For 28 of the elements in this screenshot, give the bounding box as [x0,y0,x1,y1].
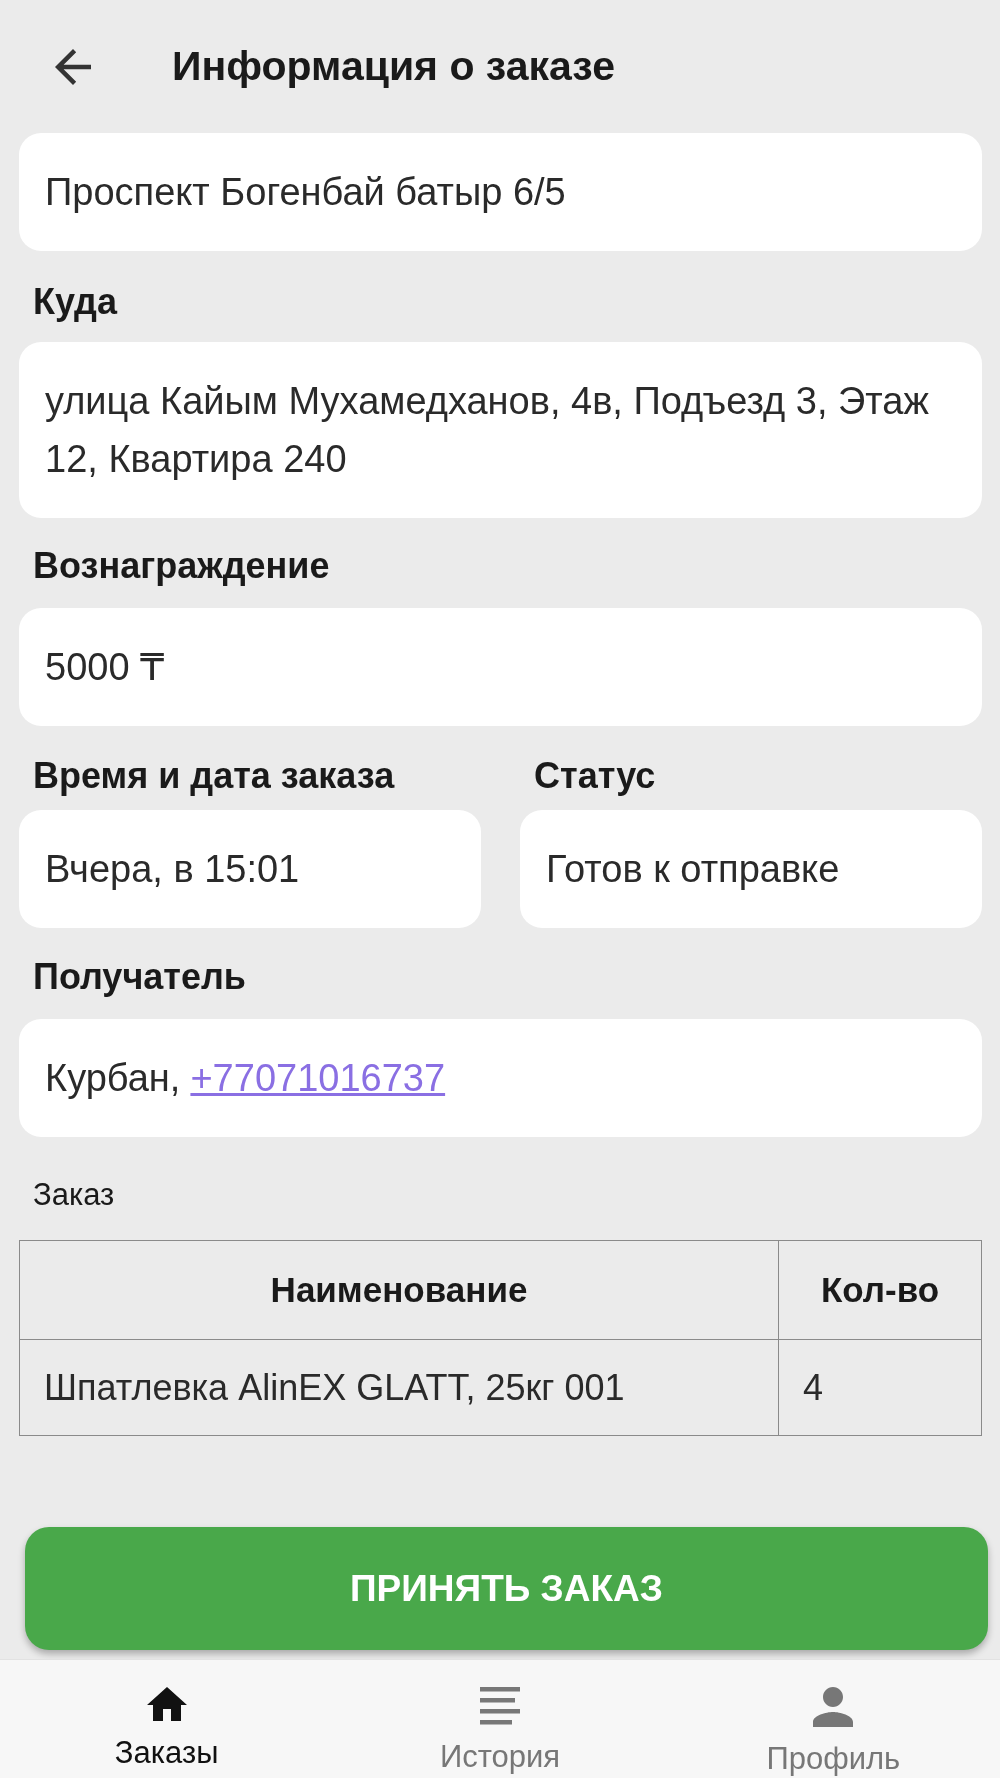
recipient-label: Получатель [32,957,247,997]
status-value: Готов к отправке [520,810,982,928]
table-cell: Шпатлевка AlinEX GLATT, 25кг 001 [19,1339,779,1436]
recipient-name: Курбан, [45,1056,181,1101]
reward-value: 5000 ₸ [19,608,982,726]
reward-label: Вознаграждение [32,546,331,586]
nav-tab-label: Заказы [114,1736,219,1770]
nav-tab[interactable]: История [333,1660,667,1778]
accept-order-button[interactable]: ПРИНЯТЬ ЗАКАЗ [25,1527,988,1650]
person-icon [811,1687,856,1727]
pickup-address-value: Проспект Богенбай батыр 6/5 [19,133,982,251]
home-icon [146,1687,187,1721]
nav-tab[interactable]: Заказы [0,1660,334,1778]
lines-icon [480,1687,520,1725]
page-title: Информация о заказе [172,43,615,90]
table-cell: 4 [778,1339,982,1436]
nav-tab[interactable]: Профиль [666,1660,1000,1778]
destination-label: Куда [32,282,119,322]
nav-tab-label: История [439,1740,561,1774]
nav-tab-label: Профиль [766,1742,901,1776]
table-header-cell: Наименование [19,1240,779,1340]
destination-address-value: улица Кайым Мухамедханов, 4в, Подъезд 3, Этаж 12, Квартира 240 [19,342,982,518]
table-header-cell: Кол-во [778,1240,982,1340]
phone-link[interactable]: +77071016737 [190,1049,446,1107]
status-label: Статус [533,756,657,796]
order-time-value: Вчера, в 15:01 [19,810,481,928]
order-section-title: Заказ [32,1178,116,1212]
order-time-label: Время и дата заказа [32,756,396,796]
